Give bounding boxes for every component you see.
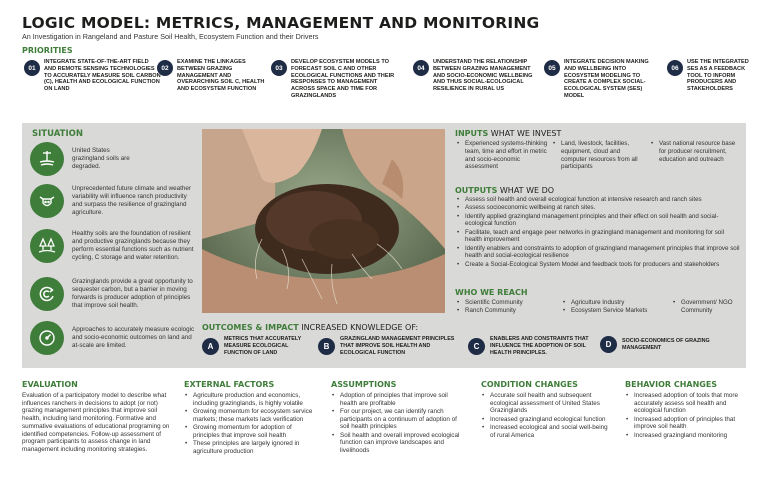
trees-icon xyxy=(30,229,64,263)
situation-text: Unprecedented future climate and weather… xyxy=(72,185,192,216)
inputs-list: Experienced systems-thinking team, time … xyxy=(456,140,548,172)
situation-text: Grazinglands provide a great opportunity… xyxy=(72,278,193,309)
priority-text: Integrate decision making and wellbeing … xyxy=(564,59,649,100)
list-item: Identify applied grazingland management … xyxy=(456,213,742,229)
priorities-heading: PRIORITIES xyxy=(22,46,73,55)
priority-item: 05 Integrate decision making and wellbei… xyxy=(544,59,662,100)
list-item: Growing momentum for adoption of princip… xyxy=(184,424,319,439)
condition-changes-heading: CONDITION CHANGES xyxy=(481,380,578,389)
outcome-text: Metrics that accurately measure ecologic… xyxy=(224,336,302,356)
priority-number: 04 xyxy=(413,60,429,76)
assumptions-list: Adoption of principles that improve soil… xyxy=(331,392,466,455)
priority-number: 02 xyxy=(157,60,173,76)
priority-item: 04 Understand the relationship between g… xyxy=(413,59,541,93)
page-title: LOGIC MODEL: METRICS, MANAGEMENT AND MON… xyxy=(22,14,540,32)
priority-number: 03 xyxy=(271,60,287,76)
external-factors-list: Agriculture production and economics, in… xyxy=(184,392,319,456)
situation-text: Approaches to accurately measure ecologi… xyxy=(72,326,195,349)
situation-text: Healthy soils are the foundation of resi… xyxy=(72,230,194,261)
priority-item: 01 Integrate state-of-the-art field and … xyxy=(24,59,162,93)
situation-item: Healthy soils are the foundation of resi… xyxy=(30,229,197,263)
reach-list: Agriculture Industry Ecosystem Service M… xyxy=(562,299,668,316)
list-item: Vast national resource base for producer… xyxy=(650,140,742,163)
condition-changes-list: Accurate soil health and subsequent ecol… xyxy=(481,392,609,440)
situation-item: Unprecedented future climate and weather… xyxy=(30,184,197,218)
priority-number: 05 xyxy=(544,60,560,76)
list-item: Increased adoption of principles that im… xyxy=(625,416,747,431)
priority-item: 06 Use the integrated SES as a feedback … xyxy=(667,59,759,93)
list-item: Government/ NGO Community xyxy=(672,299,744,315)
behavior-changes-list: Increased adoption of tools that more ac… xyxy=(625,392,747,440)
outcome-text: Grazingland management principles that i… xyxy=(340,336,455,356)
soil-probe-icon xyxy=(30,142,64,176)
list-item: Experienced systems-thinking team, time … xyxy=(456,140,548,171)
outcome-item: D Socio-economics of grazing management xyxy=(600,336,745,353)
reach-list: Government/ NGO Community xyxy=(672,299,744,315)
soil-in-hands-image xyxy=(202,129,445,313)
list-item: Increased grazingland ecological functio… xyxy=(481,416,609,424)
priority-item: 03 Develop ecosystem models to forecast … xyxy=(271,59,399,100)
inputs-heading: INPUTS WHAT WE INVEST xyxy=(455,129,562,138)
assumptions-heading: ASSUMPTIONS xyxy=(331,380,397,389)
list-item: Land, livestock, facilities, equipment, … xyxy=(552,140,644,171)
outcome-text: Enablers and constraints that influence … xyxy=(490,336,589,356)
situation-item: United States grazingland soils are degr… xyxy=(30,142,142,176)
list-item: Increased ecological and social well-bei… xyxy=(481,424,609,439)
priority-text: Integrate state-of-the-art field and rem… xyxy=(44,59,161,93)
priority-text: Use the integrated SES as a feedback too… xyxy=(687,59,749,93)
gauge-icon xyxy=(30,321,64,355)
evaluation-text: Evaluation of a participatory model to d… xyxy=(22,392,170,454)
inputs-list: Land, livestock, facilities, equipment, … xyxy=(552,140,644,172)
priority-number: 01 xyxy=(24,60,40,76)
list-item: Agriculture Industry xyxy=(562,299,668,307)
reach-heading: WHO WE REACH xyxy=(455,288,528,297)
priority-text: Develop ecosystem models to forecast soi… xyxy=(291,59,395,100)
list-item: Increased adoption of tools that more ac… xyxy=(625,392,747,415)
priority-text: Understand the relationship between graz… xyxy=(433,59,533,93)
list-item: Increased grazingland monitoring xyxy=(625,432,747,440)
priority-number: 06 xyxy=(667,60,683,76)
behavior-changes-heading: BEHAVIOR CHANGES xyxy=(625,380,718,389)
situation-heading: SITUATION xyxy=(32,129,83,139)
list-item: Assess socioeconomic wellbeing at ranch … xyxy=(456,204,742,212)
evaluation-heading: EVALUATION xyxy=(22,380,78,389)
outcome-letter: A xyxy=(202,337,219,355)
list-item: For our project, we can identify ranch p… xyxy=(331,408,466,431)
list-item: Scientific Community xyxy=(456,299,556,307)
list-item: Facilitate, teach and engage peer networ… xyxy=(456,229,742,245)
situation-item: Grazinglands provide a great opportunity… xyxy=(30,277,197,311)
outputs-list: Assess soil health and overall ecologica… xyxy=(456,196,742,269)
priority-text: Examine the linkages between grazing man… xyxy=(177,59,265,93)
situation-item: Approaches to accurately measure ecologi… xyxy=(30,321,197,355)
list-item: Create a Social-Ecological System Model … xyxy=(456,261,742,269)
list-item: Growing momentum for ecosystem service m… xyxy=(184,408,319,423)
list-item: Ecosystem Service Markets xyxy=(562,307,668,315)
list-item: Adoption of principles that improve soil… xyxy=(331,392,466,407)
list-item: These principles are largely ignored in … xyxy=(184,440,319,455)
list-item: Agriculture production and economics, in… xyxy=(184,392,319,407)
outcome-item: A Metrics that accurately measure ecolog… xyxy=(202,336,312,356)
outcomes-heading: OUTCOMES & IMPACT INCREASED KNOWLEDGE OF… xyxy=(202,323,419,332)
inputs-list: Vast national resource base for producer… xyxy=(650,140,742,164)
outcome-letter: C xyxy=(468,337,485,355)
list-item: Accurate soil health and subsequent ecol… xyxy=(481,392,609,415)
situation-text: United States grazingland soils are degr… xyxy=(72,147,130,170)
reach-list: Scientific Community Ranch Community xyxy=(456,299,556,316)
page-subtitle: An Investigation in Rangeland and Pastur… xyxy=(22,32,319,41)
outcome-letter: B xyxy=(318,337,335,355)
outcome-item: C Enablers and constraints that influenc… xyxy=(468,336,596,356)
cow-icon xyxy=(30,184,64,218)
list-item: Soil health and overall improved ecologi… xyxy=(331,432,466,455)
outputs-heading: OUTPUTS WHAT WE DO xyxy=(455,186,555,195)
list-item: Assess soil health and overall ecologica… xyxy=(456,196,742,204)
outcome-text: Socio-economics of grazing management xyxy=(622,337,710,351)
external-factors-heading: EXTERNAL FACTORS xyxy=(184,380,275,389)
list-item: Ranch Community xyxy=(456,307,556,315)
carbon-cycle-icon xyxy=(30,277,64,311)
outcome-item: B Grazingland management principles that… xyxy=(318,336,458,356)
priority-item: 02 Examine the linkages between grazing … xyxy=(157,59,267,93)
list-item: Identify enablers and constraints to ado… xyxy=(456,245,742,261)
outcome-letter: D xyxy=(600,336,617,353)
